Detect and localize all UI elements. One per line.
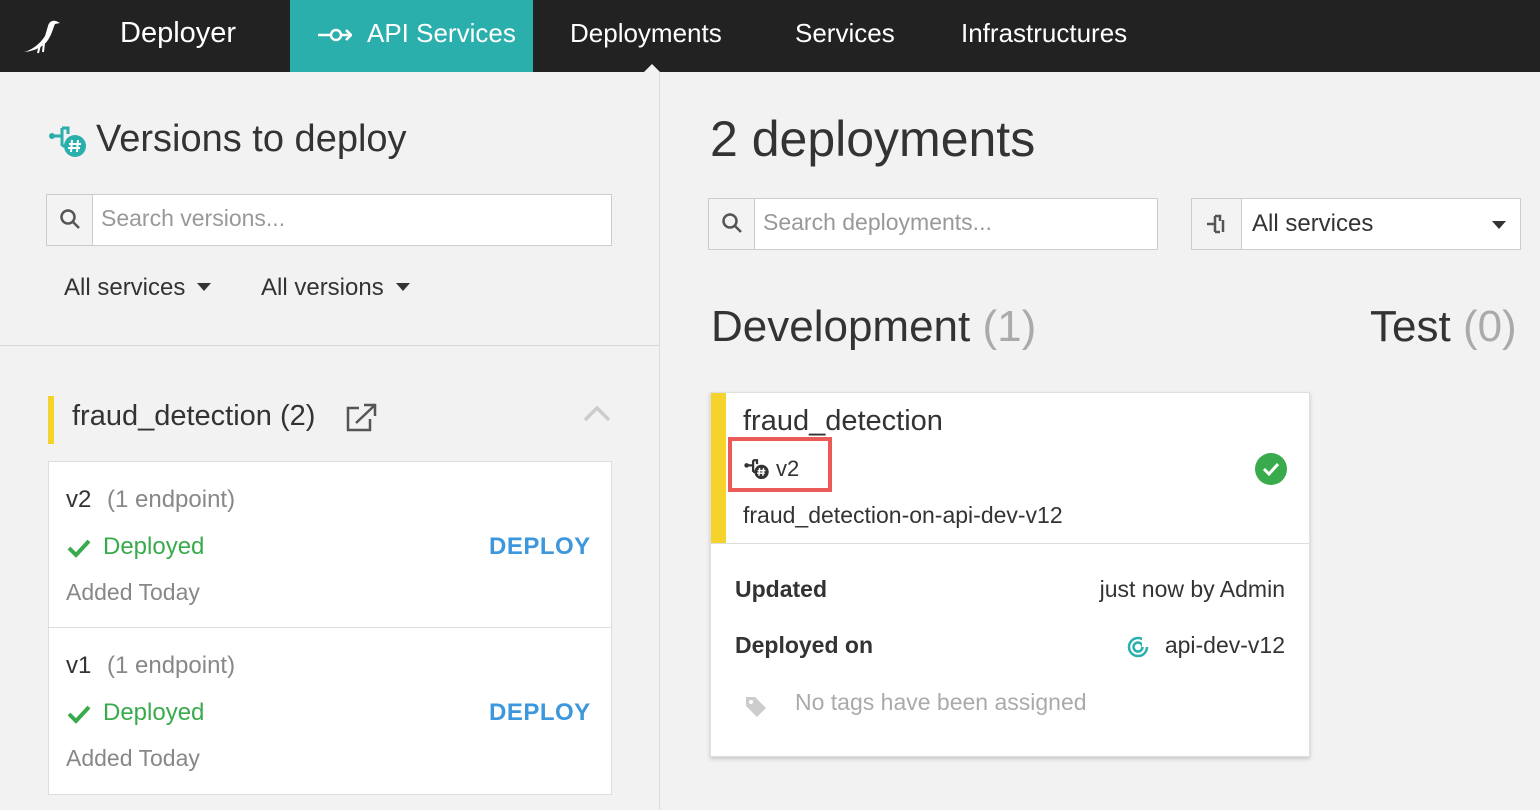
filter-services-label: All services: [64, 274, 186, 301]
stage-development: Development (1): [711, 302, 1036, 352]
deployment-card[interactable]: fraud_detection v2 fraud_detection-on-ap…: [710, 392, 1310, 757]
deploy-button[interactable]: DEPLOY: [489, 699, 591, 727]
check-icon: [67, 539, 91, 558]
chevron-up-icon[interactable]: [583, 404, 611, 422]
stage-name: Test: [1370, 302, 1451, 351]
services-filter-select[interactable]: All services: [1191, 198, 1521, 250]
tab-deployments[interactable]: Deployments: [570, 18, 722, 49]
added-date: Added Today: [66, 579, 200, 605]
service-icon: [1207, 214, 1225, 234]
stage-count: (0): [1462, 302, 1517, 351]
external-link-icon[interactable]: [344, 403, 378, 433]
deployed-on-value[interactable]: api-dev-v12: [1165, 632, 1285, 659]
bird-logo-icon[interactable]: [18, 12, 64, 58]
search-deployments-input[interactable]: [763, 209, 1143, 236]
search-deployments[interactable]: [708, 198, 1158, 250]
version-card-v2: v2 (1 endpoint) Deployed DEPLOY Added To…: [48, 461, 612, 628]
version-name: v2: [66, 486, 92, 513]
endpoint-count: (1 endpoint): [107, 652, 236, 679]
updated-label: Updated: [735, 576, 827, 602]
deployed-on-label: Deployed on: [735, 632, 874, 658]
divider: [711, 543, 1309, 544]
deployment-id: fraud_detection-on-api-dev-v12: [743, 502, 1063, 528]
stage-test: Test (0): [1370, 302, 1517, 352]
stage-count: (1): [982, 302, 1037, 351]
infrastructure-icon: [1127, 636, 1149, 658]
tab-api-services-label: API Services: [367, 18, 516, 48]
service-color-bar: [711, 393, 726, 543]
service-group-title: fraud_detection (2): [72, 400, 316, 432]
services-filter-label: All services: [1252, 210, 1374, 237]
caret-down-icon: [1492, 221, 1506, 229]
tags-empty-text: No tags have been assigned: [795, 689, 1087, 715]
divider: [0, 345, 660, 346]
caret-down-icon: [197, 283, 212, 292]
tab-infrastructures[interactable]: Infrastructures: [961, 18, 1127, 49]
filter-versions-dropdown[interactable]: All versions: [261, 274, 410, 302]
search-icon: [722, 213, 742, 233]
version-name: v1: [66, 652, 92, 679]
version-hash-icon: [49, 126, 86, 157]
api-service-icon: [318, 28, 352, 42]
search-versions[interactable]: [46, 194, 612, 246]
caret-down-icon: [395, 283, 410, 292]
filter-services-dropdown[interactable]: All services: [64, 274, 212, 302]
service-color-bar: [48, 396, 54, 444]
status-deployed: Deployed: [103, 533, 205, 560]
tab-api-services[interactable]: API Services: [290, 0, 533, 72]
tag-icon: [746, 697, 766, 717]
tab-services[interactable]: Services: [795, 18, 895, 49]
version-card-v1: v1 (1 endpoint) Deployed DEPLOY Added To…: [48, 627, 612, 795]
status-ok-icon: [1255, 453, 1287, 485]
updated-value: just now by Admin: [1099, 576, 1285, 602]
check-icon: [67, 705, 91, 724]
filter-versions-label: All versions: [261, 274, 384, 301]
app-name[interactable]: Deployer: [120, 17, 236, 50]
deployment-service-name[interactable]: fraud_detection: [743, 405, 943, 438]
search-versions-input[interactable]: [101, 205, 501, 232]
active-tab-caret: [644, 64, 660, 72]
search-icon: [60, 209, 80, 229]
added-date: Added Today: [66, 745, 200, 771]
status-deployed: Deployed: [103, 699, 205, 726]
version-hash-icon: [744, 459, 769, 480]
versions-title: Versions to deploy: [96, 118, 407, 160]
top-navigation-bar: Deployer API Services Deployments Servic…: [0, 0, 1540, 72]
stage-name: Development: [711, 302, 971, 351]
endpoint-count: (1 endpoint): [107, 486, 236, 513]
deployment-version: v2: [776, 456, 800, 481]
deploy-button[interactable]: DEPLOY: [489, 533, 591, 561]
deployments-title: 2 deployments: [710, 111, 1036, 167]
